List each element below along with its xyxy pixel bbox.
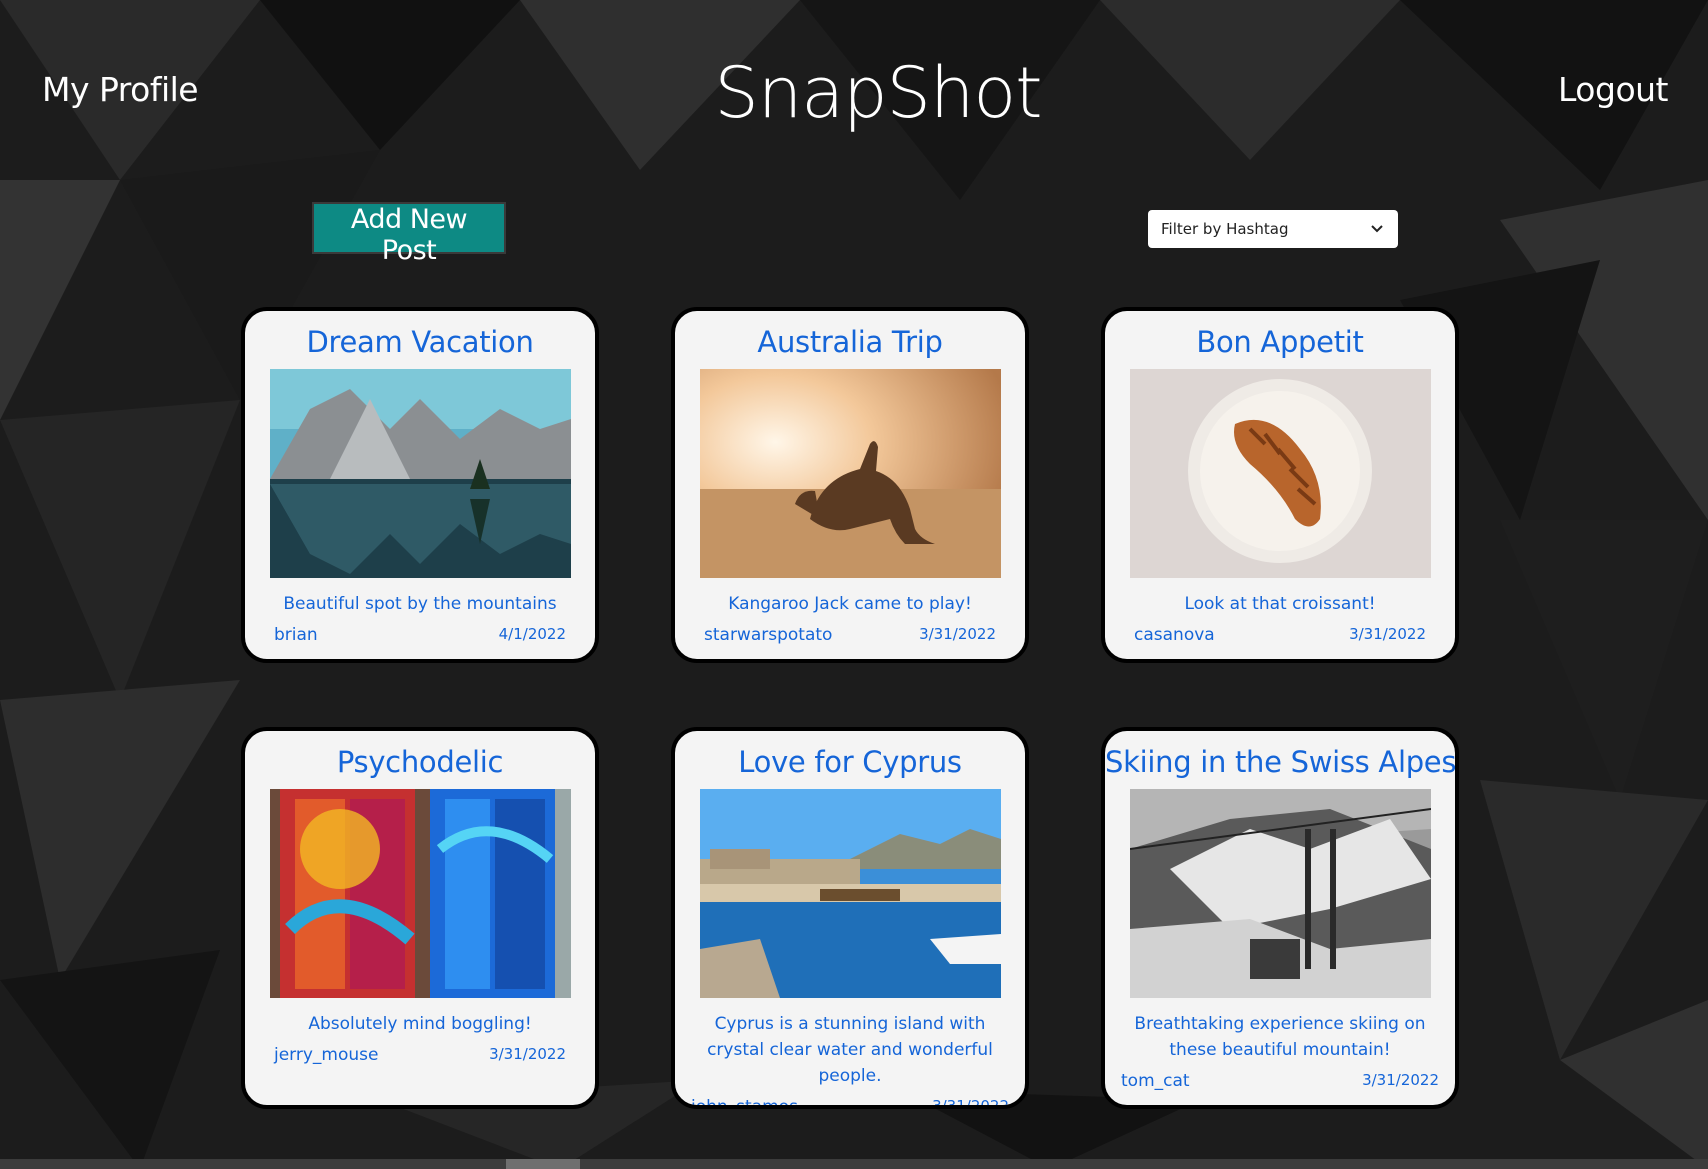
post-username[interactable]: brian [274,625,318,645]
hashtag-filter-select[interactable]: Filter by Hashtag [1148,210,1398,248]
post-caption: Look at that croissant! [1184,594,1376,614]
post-caption: Absolutely mind boggling! [308,1014,532,1034]
post-username[interactable]: jerry_mouse [274,1045,378,1065]
post-title[interactable]: Skiing in the Swiss Alpes [1105,745,1455,783]
cyprus-harbor-photo [699,789,1001,998]
add-new-post-button[interactable]: Add New Post [312,202,506,266]
scrollbar-thumb[interactable] [506,1159,580,1169]
post-caption: Cyprus is a stunning island with crystal… [707,1014,993,1086]
post-title[interactable]: Love for Cyprus [675,745,1025,783]
post-card[interactable]: Skiing in the Swiss Alpes Breathtaking e… [1101,727,1459,1109]
post-username[interactable]: john_stamos [691,1097,798,1105]
post-title[interactable]: Australia Trip [675,325,1025,363]
post-username[interactable]: starwarspotato [704,625,832,645]
post-card[interactable]: Psychodelic Absolutely mind boggling! je… [241,727,599,1109]
post-date: 3/31/2022 [919,625,996,643]
brand-title: SnapShot [714,52,1042,134]
kangaroo-photo [699,369,1001,578]
post-username[interactable]: casanova [1134,625,1215,645]
post-caption: Breathtaking experience skiing on these … [1134,1014,1426,1060]
mountain-lake-photo [269,369,571,578]
post-title[interactable]: Psychodelic [245,745,595,783]
post-date: 3/31/2022 [1362,1071,1439,1089]
post-title[interactable]: Dream Vacation [245,325,595,363]
croissant-photo [1129,369,1431,578]
chevron-down-icon [1371,225,1383,233]
post-caption: Kangaroo Jack came to play! [728,594,972,614]
logout-link[interactable]: Logout [1558,70,1669,109]
filter-selected-value: Filter by Hashtag [1161,220,1289,238]
ski-lift-photo [1129,789,1431,998]
post-caption: Beautiful spot by the mountains [283,594,557,614]
post-card[interactable]: Love for Cyprus Cyprus is a stunning isl… [671,727,1029,1109]
post-date: 4/1/2022 [498,625,566,643]
post-date: 3/31/2022 [1349,625,1426,643]
horizontal-scrollbar[interactable] [0,1159,1708,1169]
post-title[interactable]: Bon Appetit [1105,325,1455,363]
painted-doors-photo [269,789,571,998]
post-date: 3/31/2022 [489,1045,566,1063]
post-date: 3/31/2022 [932,1097,1009,1109]
post-card[interactable]: Dream Vacation Beautiful spot by the mou… [241,307,599,663]
post-username[interactable]: tom_cat [1121,1071,1190,1091]
post-card[interactable]: Bon Appetit Look at that croissant! casa… [1101,307,1459,663]
post-card[interactable]: Australia Trip Kangaroo Jack came to pla… [671,307,1029,663]
